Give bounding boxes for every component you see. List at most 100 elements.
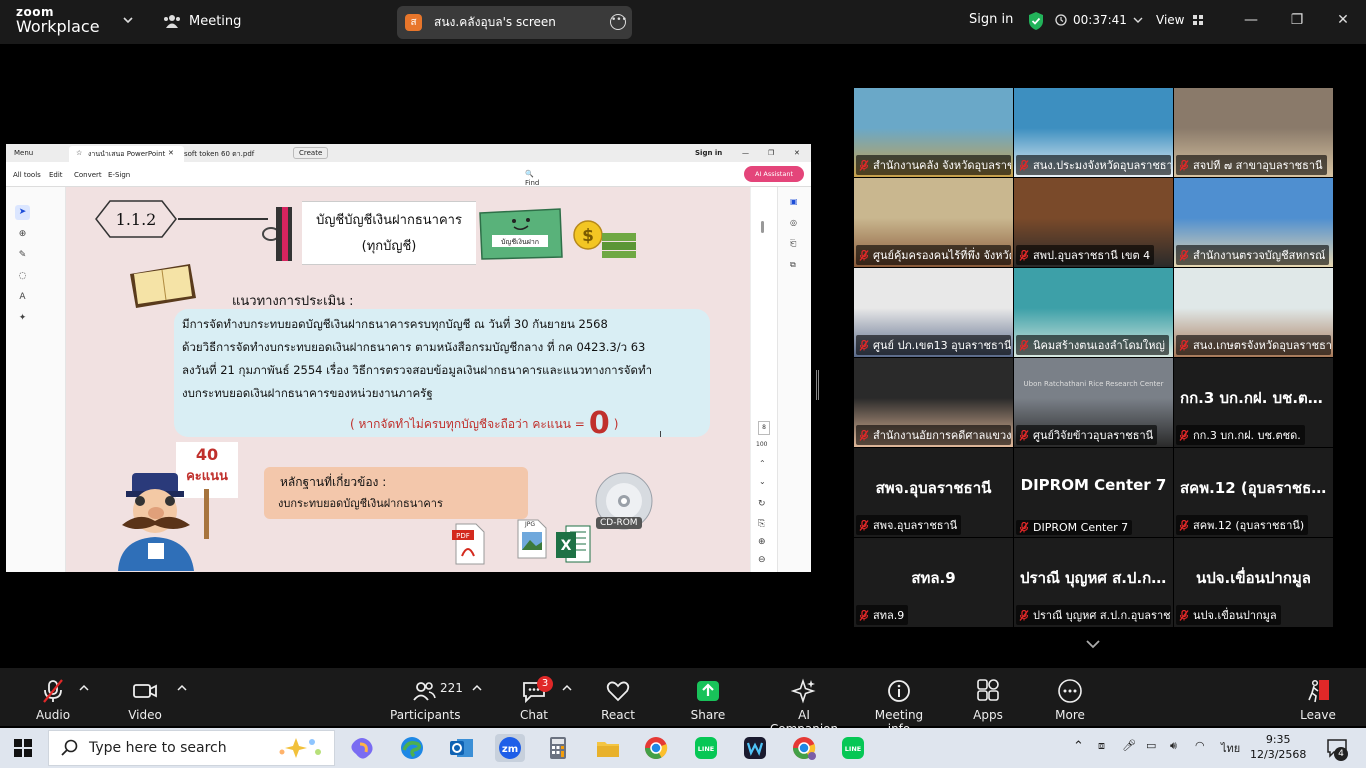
page-down-icon[interactable]: ⌄ — [759, 477, 766, 486]
zoom-taskbar-item[interactable]: zm — [495, 734, 525, 762]
audio-options-caret-icon[interactable] — [79, 684, 89, 692]
participant-tile[interactable]: สำนักงานตรวจบัญชีสหกรณ์ — [1174, 178, 1333, 267]
extract-page-icon[interactable]: ⎘ — [758, 519, 765, 529]
page-number[interactable]: 8 — [758, 421, 770, 435]
wifi-icon[interactable]: ◠ — [1195, 739, 1205, 752]
participant-tile[interactable]: Ubon Ratchathani Rice Research Center ศูน… — [1014, 358, 1173, 447]
find-tools-search[interactable]: Find text or tools 🔍 — [525, 170, 542, 211]
scroll-thumb[interactable] — [761, 221, 764, 233]
leave-button[interactable]: Leave — [1300, 678, 1336, 722]
outlook-icon[interactable] — [447, 734, 475, 762]
restore-button[interactable]: ❐ — [1287, 10, 1307, 30]
zoom-tool-icon[interactable]: ⊕ — [15, 227, 30, 242]
meet-now-icon[interactable]: ⧈ — [1098, 739, 1105, 753]
participant-tile[interactable]: สจปที ๗ สาขาอุบลราชธานี — [1174, 88, 1333, 177]
participant-tile[interactable]: สนง.เกษตรจังหวัดอุบลราชธานี — [1174, 268, 1333, 357]
minimize-button[interactable]: — — [1241, 10, 1261, 30]
copy-icon[interactable]: ⧉ — [790, 260, 796, 270]
participant-tile[interactable]: ศูนย์ ปภ.เขต13 อุบลราชธานี — [854, 268, 1013, 357]
chrome-icon[interactable] — [642, 734, 670, 762]
webex-icon[interactable] — [741, 734, 769, 762]
more-options-icon[interactable]: ••• — [610, 14, 627, 30]
pen-icon[interactable]: ✎ — [15, 248, 30, 263]
rotate-icon[interactable]: ↻ — [758, 499, 766, 509]
close-icon[interactable]: ✕ — [794, 149, 800, 157]
text-box-icon[interactable]: A — [15, 290, 30, 305]
participant-tile[interactable]: สพจ.อุบลราชธานี สพจ.อุบลราชธานี — [854, 448, 1013, 537]
meeting-menu[interactable]: Meeting — [163, 13, 241, 29]
ai-assistant-button[interactable]: AI Assistant — [744, 166, 804, 182]
comment-icon[interactable]: ▣ — [790, 197, 798, 206]
line-app-icon[interactable]: LINE — [692, 734, 720, 762]
zoom-in-icon[interactable]: ⊕ — [758, 537, 766, 547]
participant-tile[interactable]: ศูนย์คุ้มครองคนไร้ที่พึ่ง จังหวัด — [854, 178, 1013, 267]
star-icon[interactable]: ☆ — [76, 149, 82, 157]
battery-icon[interactable]: ▭ — [1146, 739, 1156, 752]
language-indicator[interactable]: ไทย — [1221, 739, 1240, 757]
organize-pages-icon[interactable]: ◎ — [790, 218, 797, 227]
meeting-timer[interactable]: 00:37:41 — [1055, 13, 1143, 27]
stamp-icon[interactable]: ✦ — [15, 311, 30, 326]
taskbar-search[interactable]: Type here to search — [48, 730, 335, 766]
more-button[interactable]: More — [1054, 678, 1086, 722]
lasso-icon[interactable]: ◌ — [15, 269, 30, 284]
participant-tile[interactable]: DIPROM Center 7 DIPROM Center 7 — [1014, 448, 1173, 537]
calculator-icon[interactable] — [544, 734, 572, 762]
react-button[interactable]: React — [600, 678, 636, 722]
page-up-icon[interactable]: ⌃ — [759, 459, 766, 468]
pdf-tab-second[interactable]: soft token 60 ตา.pdf — [184, 149, 254, 160]
close-tab-icon[interactable]: ✕ — [168, 149, 174, 157]
screen-share-indicator[interactable]: ส สนง.คลังอุบล's screen ••• — [397, 6, 632, 39]
minimize-icon[interactable]: — — [742, 149, 749, 157]
video-button[interactable]: Video — [124, 678, 166, 722]
create-button[interactable]: Create — [293, 147, 329, 159]
select-cursor-icon[interactable]: ➤ — [15, 205, 30, 220]
pdf-menu-button[interactable]: Menu — [14, 149, 33, 157]
windows-start-icon[interactable] — [14, 739, 32, 757]
taskbar-clock[interactable]: 9:35 12/3/2568 — [1250, 732, 1306, 762]
pdf-tab-active[interactable]: งานนำเสนอ PowerPoint — [88, 149, 165, 160]
signin-link[interactable]: Sign in — [969, 12, 1013, 27]
menu-all-tools[interactable]: All tools — [13, 171, 41, 179]
chat-options-caret-icon[interactable] — [562, 684, 572, 692]
security-shield-icon[interactable] — [1027, 11, 1045, 31]
close-button[interactable]: ✕ — [1333, 10, 1353, 30]
participant-tile[interactable]: ปราณี บุญหศ ส.ป.ก.อุบลราชธานีปราณี บุญหศ… — [1014, 538, 1173, 627]
menu-esign[interactable]: E-Sign — [108, 171, 130, 179]
view-menu[interactable]: View — [1156, 13, 1204, 27]
chrome-profile-icon[interactable] — [790, 734, 818, 762]
participants-options-caret-icon[interactable] — [472, 684, 482, 692]
split-divider-handle[interactable] — [816, 370, 819, 400]
participant-tile[interactable]: สนง.ประมงจังหวัดอุบลราชธานี — [1014, 88, 1173, 177]
line-app-icon-2[interactable]: LINE — [839, 734, 867, 762]
edge-browser-icon[interactable] — [398, 734, 426, 762]
participant-tile[interactable]: นปจ.เขื่อนปากมูล นปจ.เขื่อนปากมูล — [1174, 538, 1333, 627]
microphone-icon[interactable]: 🎤︎ — [1122, 739, 1136, 752]
file-explorer-icon[interactable] — [594, 734, 622, 762]
participant-tile[interactable]: สำนักงานคลัง จังหวัดอุบลราชธานี — [854, 88, 1013, 177]
menu-edit[interactable]: Edit — [49, 171, 63, 179]
apps-button[interactable]: Apps — [972, 678, 1004, 722]
audio-button[interactable]: Audio — [33, 678, 73, 722]
participant-tile[interactable]: สพป.อุบลราชธานี เขต 4 — [1014, 178, 1173, 267]
pdf-scrollbar[interactable]: 8 100 ⌃ ⌄ ↻ ⎘ ⊕ ⊖ — [750, 187, 777, 572]
chevron-down-icon[interactable] — [122, 14, 134, 26]
participant-tile[interactable]: สคพ.12 (อุบลราชธานี) สคพ.12 (อุบลราชธานี) — [1174, 448, 1333, 537]
tray-overflow-icon[interactable]: ⌃ — [1073, 739, 1084, 754]
zoom-percent[interactable]: 100 — [756, 441, 767, 448]
copilot-app-icon[interactable] — [348, 734, 376, 762]
participant-tile[interactable]: กก.3 บก.กฝ. บช.ตชด. กก.3 บก.กฝ. บช.ตชด. — [1174, 358, 1333, 447]
pdf-signin[interactable]: Sign in — [695, 149, 722, 157]
gallery-next-page-icon[interactable] — [1084, 638, 1102, 650]
bookmark-icon[interactable]: ⎗ — [790, 239, 796, 249]
participant-tile[interactable]: สำนักงานอัยการคดีศาลแขวง — [854, 358, 1013, 447]
shared-screen[interactable]: Menu ☆ งานนำเสนอ PowerPoint ✕ soft token… — [6, 144, 811, 572]
zoom-out-icon[interactable]: ⊖ — [758, 555, 766, 565]
share-button[interactable]: Share — [690, 678, 726, 722]
menu-convert[interactable]: Convert — [74, 171, 102, 179]
volume-icon[interactable]: 🔊︎ — [1170, 739, 1177, 753]
restore-icon[interactable]: ❐ — [768, 149, 774, 157]
video-options-caret-icon[interactable] — [177, 684, 187, 692]
participant-tile[interactable]: สทล.9 สทล.9 — [854, 538, 1013, 627]
participant-tile[interactable]: นิคมสร้างตนเองลำโดมใหญ่ — [1014, 268, 1173, 357]
